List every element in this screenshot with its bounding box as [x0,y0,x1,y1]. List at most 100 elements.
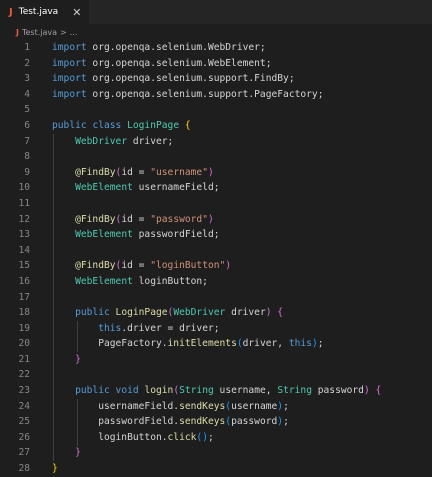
code-line[interactable]: 20 PageFactory.initElements(driver, this… [0,336,432,352]
code-line[interactable]: 16 WebElement loginButton; [0,274,432,290]
code-editor[interactable]: 1 import org.openqa.selenium.WebDriver; 2 i… [0,40,432,477]
code-line[interactable]: 7 WebDriver driver; [0,134,432,150]
code-line[interactable]: 25 passwordField.sendKeys(password); [0,414,432,430]
code-line[interactable]: 19 this.driver = driver; [0,321,432,337]
code-line[interactable]: 12 @FindBy(id = "password") [0,212,432,228]
code-token: ) [207,166,214,178]
code-token: @FindBy [75,213,116,225]
code-line[interactable]: 26 loginButton.click(); [0,430,432,446]
code-line[interactable]: 4 import org.openqa.selenium.support.Page… [0,87,432,103]
code-line[interactable]: 2 import org.openqa.selenium.WebElement; [0,56,432,72]
code-text: WebElement passwordField; [52,227,220,243]
code-text: usernameField.sendKeys(username); [52,399,289,415]
line-number: 12 [18,213,30,225]
line-number: 22 [18,369,30,381]
indent-guide [77,398,78,446]
code-token: login [144,385,174,397]
code-line[interactable]: 5 [0,102,432,118]
tab-test-java[interactable]: J Test.java ✕ [0,0,90,24]
code-line[interactable]: 14 [0,243,432,259]
code-token: password [311,385,364,397]
code-line[interactable]: 3 import org.openqa.selenium.support.Find… [0,71,432,87]
code-token: id = [121,213,151,225]
code-line[interactable]: 9 @FindBy(id = "username") [0,165,432,181]
code-text: import org.openqa.selenium.WebElement; [52,56,272,72]
code-token: LoginPage [115,307,168,319]
line-number: 13 [18,229,30,241]
code-line[interactable]: 27 } [0,445,432,461]
code-line[interactable]: 23 public void login(String username, St… [0,383,432,399]
code-text: WebElement loginButton; [52,274,208,290]
indent-guide [53,133,54,462]
line-number: 1 [24,42,30,53]
code-token: "password" [150,213,208,225]
code-token: import [52,88,87,100]
code-token: import [52,57,87,69]
line-number: 8 [24,151,30,163]
code-token: org.openqa.selenium.support.PageFactory; [86,88,324,100]
line-number: 23 [18,385,30,397]
tab-label: Test.java [18,7,59,17]
code-token: import [52,42,87,53]
code-token: @FindBy [75,260,116,272]
line-number: 17 [18,291,30,303]
line-number: 20 [18,338,30,350]
code-token: loginButton. [52,431,168,443]
tab-bar: J Test.java ✕ [0,0,432,24]
line-number: 27 [18,447,30,459]
code-token: driver, [242,338,289,350]
code-text: passwordField.sendKeys(password); [52,414,289,430]
code-token: WebDriver [75,135,128,147]
code-token: sendKeys [179,416,226,428]
code-line[interactable]: 15 @FindBy(id = "loginButton") [0,258,432,274]
code-token: passwordField. [52,416,180,428]
code-token: id = [121,166,151,178]
code-token: passwordField; [132,229,220,241]
code-line[interactable]: 10 WebElement usernameField; [0,180,432,196]
code-token: "username" [150,166,208,178]
code-line[interactable]: 18 public LoginPage(WebDriver driver) { [0,305,432,321]
code-text: WebDriver driver; [52,134,173,150]
code-token: ; [207,431,214,443]
code-line[interactable]: 28} [0,461,432,477]
code-token: public [75,307,110,319]
code-line[interactable]: 17 [0,290,432,306]
line-number: 16 [18,275,30,287]
code-line[interactable]: 21 } [0,352,432,368]
chevron-right-icon: > [60,27,67,37]
code-token: "loginButton" [150,260,226,272]
java-file-icon: J [16,27,19,37]
code-text: import org.openqa.selenium.support.PageF… [52,87,323,103]
code-token: String [179,385,214,397]
code-token: { [184,119,191,131]
code-line[interactable]: 1 import org.openqa.selenium.WebDriver; [0,40,432,56]
code-token: PageFactory. [52,338,168,350]
code-line[interactable]: 13 WebElement passwordField; [0,227,432,243]
line-number: 15 [18,260,30,272]
line-number: 11 [18,197,30,209]
code-line[interactable]: 6 public class LoginPage { [0,118,432,134]
breadcrumb-file[interactable]: Test.java [22,28,57,37]
code-token: this [98,322,122,334]
code-text: } [52,461,58,477]
code-line[interactable]: 8 [0,149,432,165]
code-line[interactable]: 11 [0,196,432,212]
close-icon[interactable]: ✕ [72,7,81,18]
breadcrumb-more[interactable]: ... [70,28,78,37]
code-token: class [92,119,122,131]
code-token: org.openqa.selenium.WebDriver; [86,42,266,53]
code-token: initElements [167,338,237,350]
code-token: import [52,73,87,85]
code-token: sendKeys [179,400,226,412]
line-number: 3 [24,73,30,85]
code-line[interactable]: 24 usernameField.sendKeys(username); [0,399,432,415]
code-line[interactable]: 22 [0,367,432,383]
code-text: } [52,445,81,461]
code-token: driver [225,307,266,319]
code-text: public void login(String username, Strin… [52,383,381,399]
